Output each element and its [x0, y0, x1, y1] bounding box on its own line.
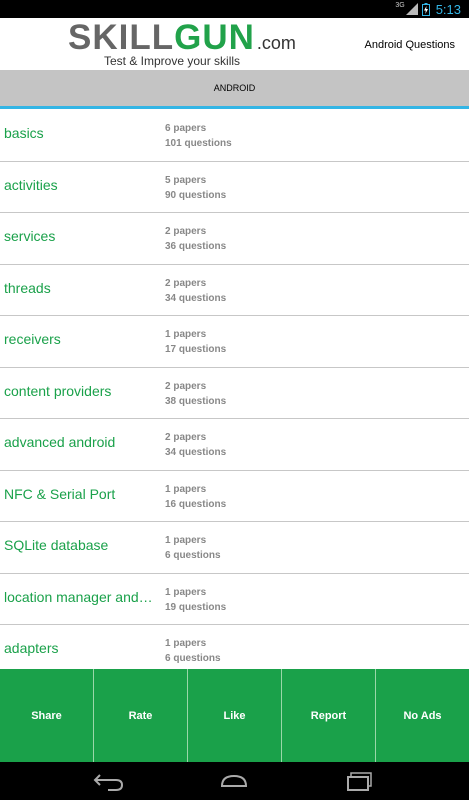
- topic-name: location manager and…: [4, 588, 153, 605]
- action-bar: Share Rate Like Report No Ads: [0, 669, 469, 762]
- status-bar: 3G 5:13: [0, 0, 469, 18]
- question-count: 17 questions: [165, 344, 227, 355]
- paper-count: 6 papers: [165, 123, 207, 134]
- list-item-content-providers[interactable]: content providers 2 papers 38 questions: [0, 368, 469, 419]
- home-icon[interactable]: [216, 770, 252, 792]
- topic-name: services: [4, 228, 56, 244]
- paper-count: 1 papers: [165, 638, 207, 649]
- paper-count: 5 papers: [165, 174, 207, 186]
- tab-bar: ANDROID: [0, 70, 469, 109]
- status-icons: 3G 5:13: [395, 0, 461, 18]
- system-nav-bar: [0, 762, 469, 800]
- signal-icon: [405, 3, 418, 15]
- question-count: 90 questions: [165, 189, 227, 201]
- question-count: 19 questions: [165, 601, 227, 613]
- list-item-services[interactable]: services 2 papers 36 questions: [0, 213, 469, 265]
- topic-name: content providers: [4, 382, 112, 399]
- question-count: 16 questions: [165, 498, 227, 510]
- paper-count: 2 papers: [165, 432, 207, 443]
- list-item-nfc-serial-port[interactable]: NFC & Serial Port 1 papers 16 questions: [0, 471, 469, 522]
- question-count: 101 questions: [165, 138, 232, 149]
- list-item-activities[interactable]: activities 5 papers 90 questions: [0, 162, 469, 213]
- like-button[interactable]: Like: [188, 669, 282, 762]
- logo-tagline: Test & Improve your skills: [104, 54, 241, 68]
- topic-list: basics 6 papers 101 questions activities…: [0, 110, 469, 669]
- topic-name: adapters: [4, 640, 59, 656]
- no-ads-button[interactable]: No Ads: [376, 669, 469, 762]
- logo-gun-text: GUN: [174, 18, 255, 57]
- paper-count: 1 papers: [165, 535, 207, 546]
- logo-com-text: .com: [256, 33, 296, 53]
- question-count: 6 questions: [165, 550, 221, 561]
- paper-count: 2 papers: [165, 277, 207, 289]
- paper-count: 1 papers: [165, 483, 207, 495]
- question-count: 34 questions: [165, 447, 227, 458]
- question-count: 36 questions: [165, 241, 227, 252]
- paper-count: 1 papers: [165, 586, 207, 598]
- topic-name: activities: [4, 176, 58, 193]
- page-title: Android Questions: [364, 39, 456, 51]
- report-button[interactable]: Report: [282, 669, 376, 762]
- status-time: 5:13: [435, 1, 461, 17]
- back-icon[interactable]: [90, 770, 126, 792]
- network-type-label: 3G: [395, 2, 405, 9]
- question-count: 6 questions: [165, 653, 221, 664]
- question-count: 34 questions: [165, 292, 227, 304]
- logo-skill-text: SKILL: [68, 18, 175, 57]
- paper-count: 1 papers: [165, 329, 207, 340]
- topic-name: NFC & Serial Port: [4, 485, 116, 502]
- paper-count: 2 papers: [165, 380, 207, 392]
- tab-android[interactable]: ANDROID: [0, 83, 469, 93]
- skillgun-logo: SKILLGUN .com Test & Improve your skills: [68, 20, 296, 68]
- list-item-adapters[interactable]: adapters 1 papers 6 questions: [0, 625, 469, 669]
- list-item-receivers[interactable]: receivers 1 papers 17 questions: [0, 316, 469, 368]
- topic-name: basics: [4, 125, 44, 141]
- list-item-threads[interactable]: threads 2 papers 34 questions: [0, 265, 469, 316]
- recent-apps-icon[interactable]: [342, 770, 378, 792]
- list-item-sqlite-database[interactable]: SQLite database 1 papers 6 questions: [0, 522, 469, 574]
- paper-count: 2 papers: [165, 226, 207, 237]
- rate-button[interactable]: Rate: [94, 669, 188, 762]
- share-button[interactable]: Share: [0, 669, 94, 762]
- list-item-basics[interactable]: basics 6 papers 101 questions: [0, 110, 469, 162]
- question-count: 38 questions: [165, 395, 227, 407]
- list-item-advanced-android[interactable]: advanced android 2 papers 34 questions: [0, 419, 469, 471]
- topic-name: threads: [4, 279, 51, 296]
- battery-icon: [421, 2, 430, 16]
- topic-name: SQLite database: [4, 537, 109, 553]
- list-item-location-manager[interactable]: location manager and… 1 papers 19 questi…: [0, 574, 469, 625]
- topic-name: advanced android: [4, 434, 116, 450]
- app-header: SKILLGUN .com Test & Improve your skills …: [0, 18, 469, 70]
- topic-name: receivers: [4, 331, 61, 347]
